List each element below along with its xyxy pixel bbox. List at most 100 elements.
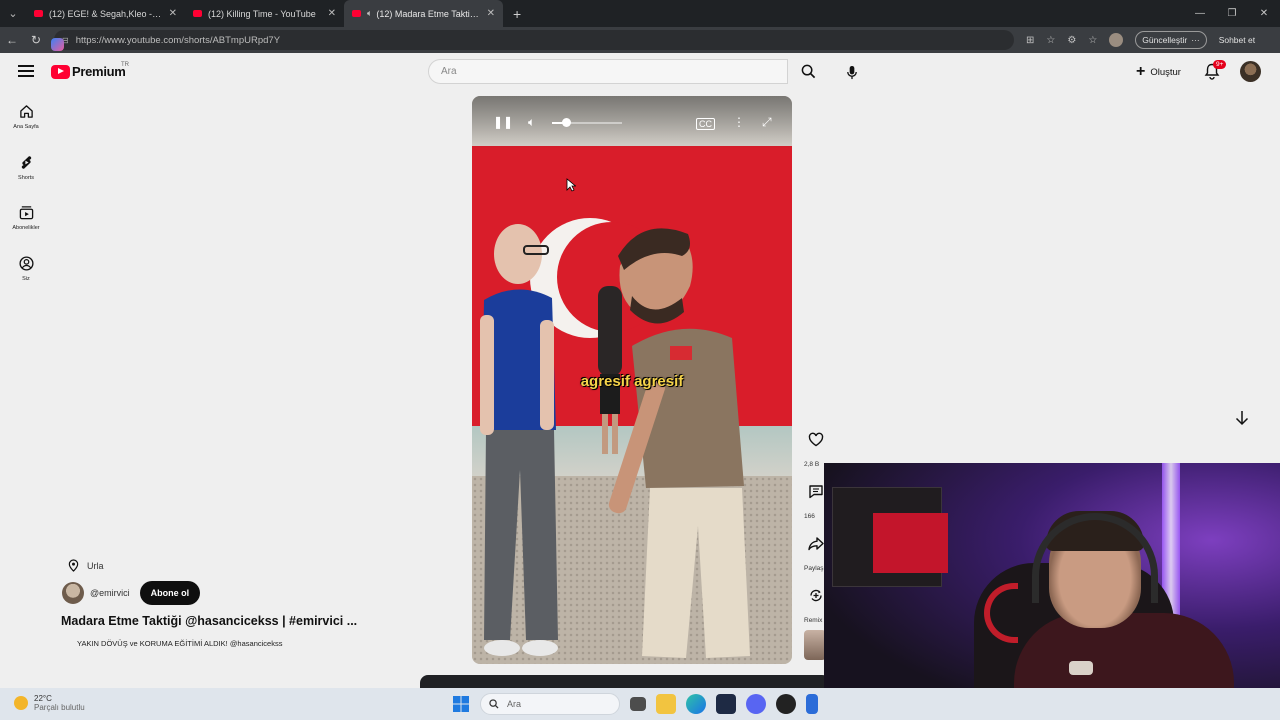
app-icon[interactable]: [806, 694, 818, 714]
create-button[interactable]: + Oluştur: [1128, 59, 1189, 85]
sidebar-item-home[interactable]: Ana Sayfa: [0, 104, 52, 130]
sidebar-item-label: Abonelikler: [12, 225, 40, 231]
search-icon: [489, 699, 499, 709]
update-button[interactable]: Güncelleştir ···: [1135, 31, 1207, 49]
sidebar-item-shorts[interactable]: Shorts: [0, 155, 52, 181]
search-placeholder: Ara: [441, 66, 457, 77]
youtube-logo[interactable]: Premium TR: [51, 62, 129, 79]
voice-search-button[interactable]: [842, 62, 862, 82]
video-person-right: [608, 228, 750, 658]
youtube-favicon-icon: [34, 10, 43, 17]
notifications-button[interactable]: 9+: [1204, 60, 1227, 81]
shorts-icon: [21, 156, 31, 169]
webcam-poster-flag: [873, 513, 948, 573]
vscode-icon[interactable]: [716, 694, 736, 714]
tab-madara-etme[interactable]: 🔈︎ (12) Madara Etme Taktiği @ha... ✕: [344, 0, 503, 27]
comments-button[interactable]: [806, 484, 826, 501]
url-text: https://www.youtube.com/shorts/ABTmpURpd…: [75, 34, 281, 46]
copilot-label: Sohbet et: [1218, 35, 1256, 45]
search-icon: [801, 64, 815, 79]
tab-title: (12) Madara Etme Taktiği @ha...: [376, 8, 480, 19]
close-tab-icon[interactable]: ✕: [328, 8, 336, 19]
new-tab-icon[interactable]: +: [503, 6, 531, 22]
channel-row: @emirvici Abone ol: [62, 581, 201, 605]
webcam-shirt-logo: [1069, 661, 1093, 675]
country-code: TR: [121, 62, 129, 68]
sidebar-item-you[interactable]: Siz: [0, 256, 52, 282]
next-short-preview[interactable]: [420, 675, 830, 688]
youtube-play-icon: [51, 64, 70, 79]
pause-icon[interactable]: ❚❚: [493, 115, 513, 129]
copilot-icon: [51, 38, 64, 51]
extensions-icon[interactable]: ⚙: [1067, 35, 1076, 46]
notification-badge: 9+: [1213, 60, 1227, 69]
channel-handle[interactable]: @emirvici: [90, 588, 130, 598]
plus-icon: +: [1136, 63, 1146, 80]
player-controls: ❚❚ 🔈︎ CC ⋮ ⤢: [472, 96, 792, 150]
task-view-icon[interactable]: [630, 697, 646, 711]
closed-captions-icon[interactable]: CC: [696, 118, 715, 130]
tab-list-chevron-icon[interactable]: ⌄: [0, 0, 26, 27]
volume-icon[interactable]: 🔈︎: [528, 115, 535, 130]
video-person-left: [480, 224, 558, 656]
back-icon[interactable]: ←: [0, 33, 24, 47]
minimize-icon[interactable]: —: [1184, 0, 1216, 27]
window-controls: — ❐ ✕: [1184, 0, 1280, 27]
next-short-button[interactable]: [1232, 408, 1252, 428]
weather-widget[interactable]: 22°C Parçalı bulutlu: [14, 694, 85, 712]
more-options-icon[interactable]: ⋮: [733, 115, 745, 129]
account-avatar[interactable]: [1240, 61, 1261, 82]
reload-icon[interactable]: ↻: [24, 33, 48, 47]
remix-button[interactable]: [806, 588, 826, 605]
location-chip[interactable]: Urla: [68, 559, 104, 572]
restore-icon[interactable]: ❐: [1216, 0, 1248, 27]
copilot-button[interactable]: Sohbet et: [51, 35, 1256, 51]
tab-ege-segah[interactable]: (12) EGE! & Segah,Kleo - SOKAKL... ✕: [26, 0, 185, 27]
file-explorer-icon[interactable]: [656, 694, 676, 714]
app-install-icon[interactable]: ⊞: [1026, 35, 1034, 46]
channel-avatar[interactable]: [62, 582, 84, 604]
account-icon: [18, 256, 34, 271]
like-button[interactable]: [806, 432, 826, 449]
close-tab-icon[interactable]: ✕: [487, 8, 495, 19]
location-label: Urla: [87, 560, 104, 571]
profile-avatar[interactable]: [1109, 33, 1124, 47]
windows-start-icon[interactable]: [452, 695, 470, 713]
close-window-icon[interactable]: ✕: [1248, 0, 1280, 27]
temperature: 22°C: [34, 694, 52, 703]
microphone-icon: [847, 65, 857, 79]
share-label: Paylaş: [804, 565, 824, 572]
edge-icon[interactable]: [686, 694, 706, 714]
shorts-video-player[interactable]: agresif agresif ❚❚ 🔈︎ CC ⋮ ⤢: [472, 96, 792, 664]
search-button[interactable]: [788, 59, 828, 84]
favorite-star-icon[interactable]: ☆: [1046, 35, 1055, 46]
menu-icon[interactable]: [18, 65, 34, 77]
subscribe-button[interactable]: Abone ol: [139, 581, 201, 605]
discord-icon[interactable]: [746, 694, 766, 714]
close-tab-icon[interactable]: ✕: [169, 8, 177, 19]
taskbar-apps: Ara: [452, 693, 818, 715]
video-title[interactable]: Madara Etme Taktiği @hasancicekss | #emi…: [61, 614, 357, 628]
browser-address-bar: ← ↻ ⊟ https://www.youtube.com/shorts/ABT…: [0, 27, 1280, 53]
share-button[interactable]: [806, 536, 826, 553]
audio-playing-icon[interactable]: 🔈︎: [367, 8, 372, 19]
sidebar-item-label: Siz: [22, 276, 30, 282]
collections-icon[interactable]: ☆: [1088, 35, 1097, 46]
fullscreen-icon[interactable]: ⤢: [762, 115, 772, 130]
browser-tab-bar: ⌄ (12) EGE! & Segah,Kleo - SOKAKL... ✕ (…: [0, 0, 1280, 27]
webcam-overlay: [824, 463, 1280, 720]
volume-slider[interactable]: [552, 118, 622, 127]
volume-slider-handle[interactable]: [561, 118, 571, 127]
steam-icon[interactable]: [776, 694, 796, 714]
comment-icon: [809, 485, 823, 499]
sidebar-item-label: Shorts: [18, 175, 34, 181]
search-input[interactable]: Ara: [428, 59, 788, 84]
tab-killing-time[interactable]: (12) Killing Time - YouTube ✕: [185, 0, 344, 27]
sidebar-item-subscriptions[interactable]: Abonelikler: [0, 205, 52, 231]
sound-thumbnail[interactable]: [804, 630, 826, 660]
taskbar-search[interactable]: Ara: [480, 693, 620, 715]
sidebar-item-label: Ana Sayfa: [13, 124, 39, 130]
url-field[interactable]: ⊟ https://www.youtube.com/shorts/ABTmpUR…: [54, 30, 1014, 50]
video-description[interactable]: YAKIN DÖVÜŞ ve KORUMA EĞİTİMİ ALDIK! @ha…: [77, 639, 282, 648]
update-label: Güncelleştir: [1142, 35, 1188, 45]
